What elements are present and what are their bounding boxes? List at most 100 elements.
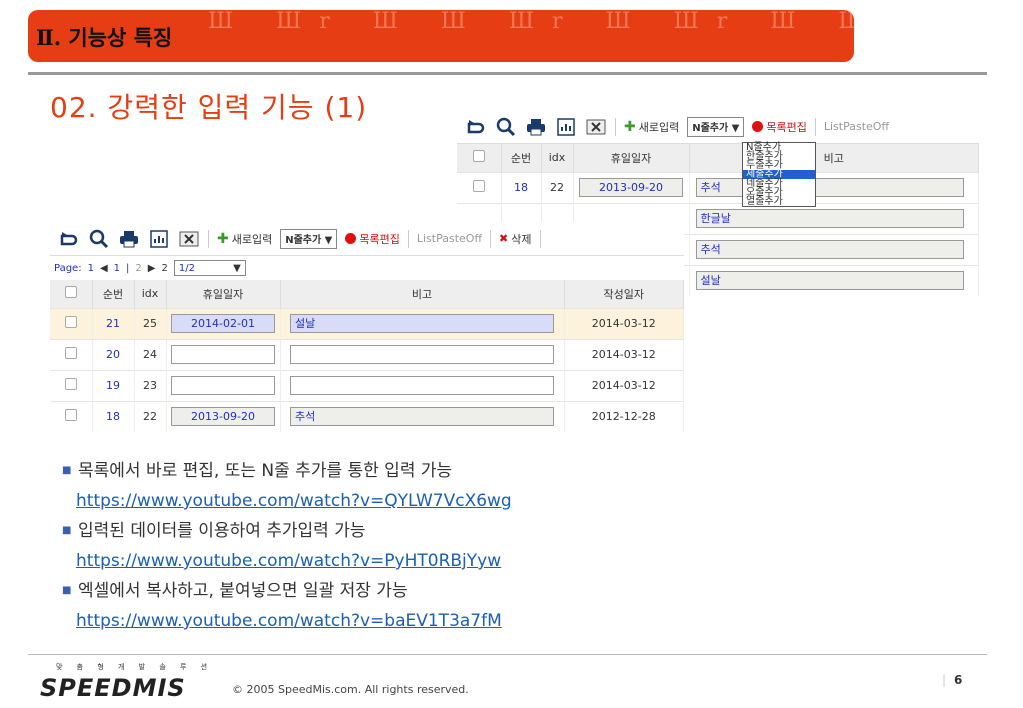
note-input[interactable] — [290, 376, 554, 395]
page-select[interactable]: 1/2 ▼ — [173, 260, 246, 276]
table-row[interactable]: 18 22 2013-09-20 추석 2012-12-28 — [50, 400, 684, 432]
video-link[interactable]: https://www.youtube.com/watch?v=QYLW7VcX… — [76, 486, 512, 516]
note-input[interactable]: 추석 — [695, 178, 964, 197]
note-cell[interactable]: 추석 — [689, 171, 979, 203]
edit-list-button[interactable]: 목록편집 — [752, 119, 807, 135]
column-header[interactable]: 순번 — [501, 144, 542, 172]
chart-icon[interactable] — [148, 228, 170, 250]
row-checkbox-cell[interactable] — [457, 171, 502, 203]
note-cell[interactable]: 추석 — [280, 400, 565, 432]
date-cell[interactable] — [166, 338, 281, 370]
new-input-button[interactable]: ✚ 새로입력 — [217, 231, 272, 247]
note-input[interactable] — [290, 345, 554, 364]
date-input[interactable]: 2013-09-20 — [171, 407, 275, 427]
video-link[interactable]: https://www.youtube.com/watch?v=PyHT0RBj… — [76, 546, 512, 576]
note-cell[interactable] — [280, 338, 565, 370]
row-checkbox-cell[interactable] — [50, 400, 93, 432]
column-header[interactable]: idx — [541, 144, 574, 172]
column-header[interactable]: idx — [134, 280, 167, 308]
chart-icon[interactable] — [555, 116, 577, 138]
date-cell[interactable]: 2013-09-20 — [573, 171, 690, 203]
date-input[interactable] — [171, 376, 275, 395]
bullet-item: ■ 엑셀에서 복사하고, 붙여넣으면 일괄 저장 가능 — [62, 576, 512, 606]
date-cell[interactable] — [166, 369, 281, 401]
column-header[interactable]: 순번 — [92, 280, 135, 308]
date-input[interactable]: 2014-02-01 — [171, 314, 275, 333]
page-number: | 6 — [942, 673, 962, 687]
excel-icon[interactable] — [178, 228, 200, 250]
column-header[interactable]: 비고 — [280, 280, 565, 308]
new-input-label: 새로입력 — [231, 232, 273, 246]
checkbox-icon[interactable] — [64, 286, 77, 299]
table-row[interactable]: 18 22 2013-09-20 추석 — [457, 171, 979, 203]
note-input[interactable]: 추석 — [290, 407, 554, 427]
pager-first[interactable]: 1 — [88, 263, 94, 274]
note-cell[interactable] — [280, 369, 565, 401]
pager-prev-icon[interactable]: ◀ — [100, 263, 108, 274]
note-input[interactable]: 설날 — [290, 314, 554, 333]
delete-button[interactable]: ✖ 삭제 — [499, 231, 531, 247]
checkbox-icon[interactable] — [472, 180, 485, 192]
delete-label: 삭제 — [511, 232, 532, 246]
list-paste-label: ListPasteOff — [823, 120, 890, 133]
edit-list-button[interactable]: 목록편집 — [345, 231, 400, 247]
toolbar-separator — [539, 229, 541, 248]
row-checkbox-cell[interactable] — [50, 369, 93, 401]
refresh-icon[interactable] — [465, 116, 487, 138]
dropdown-option[interactable]: 열줄추가 — [743, 197, 815, 207]
refresh-icon[interactable] — [58, 228, 80, 250]
copyright-text: © 2005 SpeedMis.com. All rights reserved… — [232, 683, 469, 696]
print-icon[interactable] — [118, 228, 140, 250]
add-rows-select[interactable]: N줄추가 ▼ — [687, 116, 745, 137]
select-all-header[interactable] — [457, 144, 502, 172]
page-number-separator: | — [942, 673, 947, 687]
pager-next-icon[interactable]: ▶ — [148, 263, 156, 274]
note-cell[interactable]: 설날 — [280, 307, 565, 339]
grid-header-row: 순번 idx 휴일일자 비고 작성일자 — [50, 280, 684, 308]
video-link[interactable]: https://www.youtube.com/watch?v=baEV1T3a… — [76, 606, 512, 636]
note-input[interactable]: 한글날 — [695, 209, 964, 228]
note-input[interactable]: 추석 — [695, 240, 964, 259]
list-paste-button[interactable]: ListPasteOff — [417, 232, 482, 245]
checkbox-icon[interactable] — [64, 409, 77, 422]
date-cell[interactable]: 2013-09-20 — [166, 400, 281, 432]
checkbox-icon[interactable] — [64, 347, 77, 359]
date-input[interactable]: 2013-09-20 — [579, 178, 683, 197]
table-row[interactable]: 21 25 2014-02-01 설날 2014-03-12 — [50, 307, 684, 339]
add-rows-select[interactable]: N줄추가 ▼ — [280, 228, 338, 249]
section-title: Ⅱ. 기능상 특징 — [36, 25, 173, 50]
checkbox-icon[interactable] — [64, 316, 77, 328]
add-rows-select-value: N줄추가 ▼ — [285, 235, 333, 246]
select-all-header[interactable] — [50, 280, 93, 308]
front-data-grid: 순번 idx 휴일일자 비고 작성일자 21 25 2014-02-01 설날 … — [50, 280, 684, 432]
note-input[interactable]: 설날 — [695, 271, 964, 291]
checkbox-icon[interactable] — [472, 150, 485, 163]
date-cell[interactable]: 2014-02-01 — [166, 307, 281, 339]
red-dot-icon — [345, 233, 357, 244]
column-header[interactable]: 비고 — [689, 144, 979, 172]
column-header[interactable]: 휴일일자 — [573, 144, 690, 172]
checkbox-icon[interactable] — [64, 378, 77, 390]
pager-last[interactable]: 2 — [161, 263, 167, 274]
bullet-text: 입력된 데이터를 이용하여 추가입력 가능 — [78, 521, 366, 541]
column-header[interactable]: 휴일일자 — [166, 280, 281, 308]
table-row[interactable]: 20 24 2014-03-12 — [50, 338, 684, 370]
print-icon[interactable] — [525, 116, 547, 138]
row-checkbox-cell[interactable] — [50, 338, 93, 370]
new-input-button[interactable]: ✚ 새로입력 — [624, 119, 679, 135]
feature-bullet-list: ■ 목록에서 바로 편집, 또는 N줄 추가를 통한 입력 가능 https://… — [62, 456, 512, 636]
list-paste-button[interactable]: ListPasteOff — [824, 120, 889, 133]
table-row[interactable]: 19 23 2014-03-12 — [50, 369, 684, 401]
note-cell[interactable]: 설날 — [689, 264, 979, 296]
note-cell[interactable]: 한글날 — [689, 202, 979, 234]
date-input[interactable] — [171, 345, 275, 364]
row-checkbox-cell[interactable] — [50, 307, 93, 339]
excel-icon[interactable] — [585, 116, 607, 138]
search-icon[interactable] — [88, 228, 110, 250]
pager-next[interactable]: 2 — [135, 263, 141, 274]
add-rows-dropdown-list[interactable]: N줄추가 한줄추가 두줄추가 세줄추가 네줄추가 오줄추가 열줄추가 — [742, 142, 816, 207]
search-icon[interactable] — [495, 116, 517, 138]
note-cell[interactable]: 추석 — [689, 233, 979, 265]
bullet-square-icon: ■ — [62, 525, 72, 536]
column-header[interactable]: 작성일자 — [564, 280, 684, 308]
